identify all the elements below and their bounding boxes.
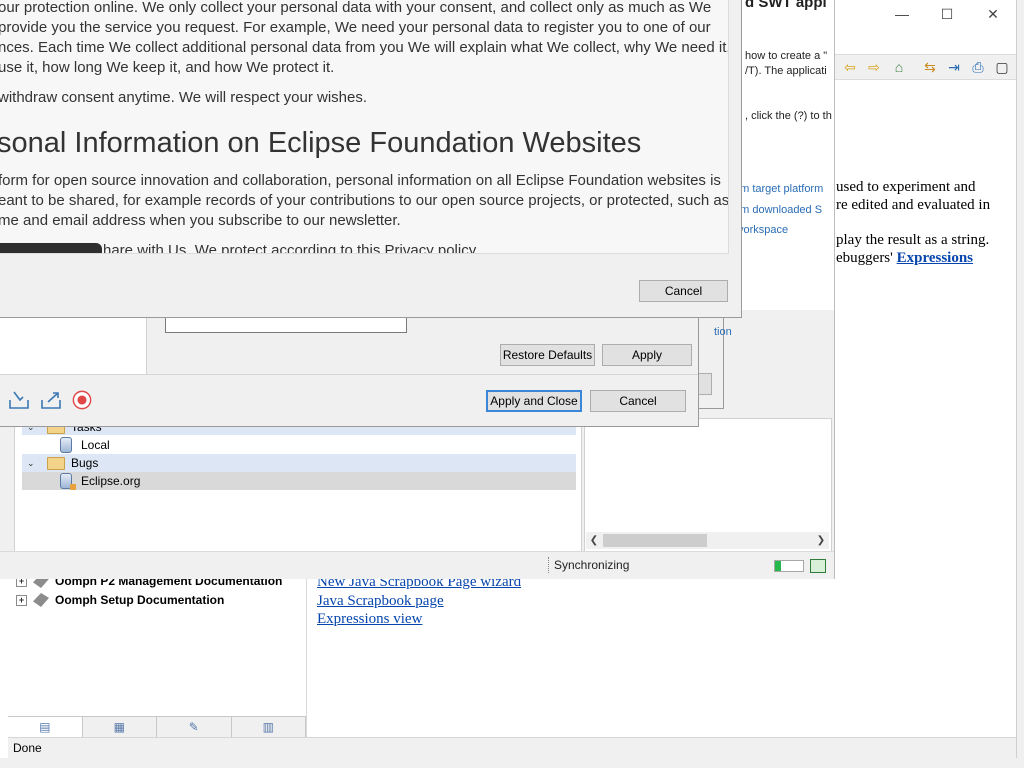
privacy-text: use it, how long We keep it, and how We … bbox=[0, 59, 335, 76]
tab-search[interactable]: ✎ bbox=[157, 717, 232, 737]
privacy-dialog: our protection online. We only collect y… bbox=[0, 0, 742, 318]
maximize-icon[interactable]: ☐ bbox=[937, 6, 957, 24]
task-repository-row[interactable]: Local bbox=[22, 436, 576, 454]
toc-item[interactable]: + Oomph Setup Documentation bbox=[16, 591, 224, 609]
sync-toc-icon[interactable]: ⇆ bbox=[922, 59, 938, 75]
back-icon[interactable]: ⇦ bbox=[842, 59, 858, 75]
status-separator bbox=[548, 557, 550, 573]
task-category-label: Bugs bbox=[71, 456, 99, 470]
repository-icon bbox=[60, 473, 76, 490]
privacy-text: provide you the service you request. For… bbox=[0, 19, 711, 36]
article-line: re edited and evaluated in bbox=[836, 197, 991, 213]
privacy-heading: sonal Information on Eclipse Foundation … bbox=[0, 127, 642, 159]
expand-icon[interactable]: + bbox=[16, 594, 27, 606]
home-icon[interactable]: ⌂ bbox=[891, 59, 907, 75]
privacy-text: hare with Us. We protect according to th… bbox=[103, 242, 480, 254]
task-repository-row[interactable]: Eclipse.org bbox=[22, 472, 576, 490]
repository-icon bbox=[60, 437, 72, 453]
apply-button[interactable]: Apply bbox=[602, 344, 692, 366]
welcome-text: /T). The applicati bbox=[745, 65, 827, 77]
task-category-row[interactable]: ⌄ Bugs bbox=[22, 454, 576, 472]
sync-label: Synchronizing bbox=[554, 558, 630, 572]
export-icon[interactable] bbox=[40, 390, 62, 410]
contents-icon: ▤ bbox=[39, 720, 51, 734]
welcome-title: d SWT appl bbox=[745, 0, 827, 11]
privacy-text: form for open source innovation and coll… bbox=[0, 172, 721, 189]
cancel-button[interactable]: Cancel bbox=[590, 390, 686, 412]
privacy-text: me and email address when you subscribe … bbox=[0, 212, 401, 229]
preferences-dialog: Restore Defaults Apply Apply and Close C… bbox=[0, 316, 699, 427]
tab-contents[interactable]: ▤ bbox=[8, 717, 83, 737]
minimize-icon[interactable]: — bbox=[892, 6, 912, 24]
import-icon[interactable] bbox=[8, 390, 30, 410]
article-line: play the result as a string. bbox=[836, 232, 990, 248]
welcome-text: how to create a " bbox=[745, 50, 828, 62]
eclipse-status-bar: Synchronizing bbox=[0, 551, 834, 579]
help-toc-panel: + Oomph P2 Management Documentation + Oo… bbox=[8, 570, 307, 737]
task-repositories-view: ⌄ Tasks Local ⌄ Bugs Eclipse.org bbox=[14, 418, 582, 553]
progress-view-icon[interactable] bbox=[810, 559, 826, 573]
link-java-scrapbook-page[interactable]: Java Scrapbook page bbox=[317, 593, 444, 610]
welcome-text: , click the (?) to th bbox=[745, 110, 832, 122]
scrollbar-thumb[interactable] bbox=[603, 534, 707, 547]
index-icon: ▦ bbox=[113, 720, 125, 734]
background-dialog-link[interactable]: tion bbox=[714, 326, 732, 338]
show-in-toc-icon[interactable]: ⇥ bbox=[946, 59, 962, 75]
restore-defaults-button[interactable]: Restore Defaults bbox=[500, 344, 595, 366]
bookmarks-icon: ▥ bbox=[262, 720, 274, 734]
folder-icon bbox=[47, 456, 65, 470]
welcome-link[interactable]: vorkspace bbox=[738, 224, 788, 236]
window-frame bbox=[0, 758, 1024, 768]
preferences-tree[interactable] bbox=[0, 316, 147, 374]
chevron-down-icon[interactable]: ⌄ bbox=[27, 458, 39, 469]
horizontal-scrollbar[interactable]: ❮ ❯ bbox=[586, 532, 829, 549]
tab-bookmarks[interactable]: ▥ bbox=[231, 717, 306, 737]
welcome-panel: d SWT appl how to create a " /T). The ap… bbox=[734, 0, 834, 310]
tab-index[interactable]: ▦ bbox=[82, 717, 157, 737]
progress-fill bbox=[775, 561, 781, 571]
help-article-text: used to experiment and re edited and eva… bbox=[836, 178, 1016, 284]
scroll-left-icon[interactable]: ❮ bbox=[586, 532, 602, 549]
welcome-link[interactable]: om downloaded S bbox=[734, 204, 822, 216]
toc-item-label: Oomph Setup Documentation bbox=[55, 593, 225, 607]
help-status-bar: Done bbox=[8, 737, 1016, 759]
help-toc-tabs: ▤ ▦ ✎ ▥ bbox=[8, 716, 306, 738]
print-icon[interactable]: ⎙ bbox=[970, 59, 986, 75]
status-text: Done bbox=[13, 741, 42, 755]
privacy-cancel-button[interactable]: Cancel bbox=[639, 280, 728, 302]
maximize-view-icon[interactable]: ▢ bbox=[994, 59, 1010, 75]
repository-label: Eclipse.org bbox=[81, 474, 141, 488]
preferences-text-field[interactable] bbox=[165, 316, 407, 333]
privacy-text: withdraw consent anytime. We will respec… bbox=[0, 89, 368, 106]
link-expressions[interactable]: Expressions bbox=[897, 250, 973, 266]
link-expressions-view[interactable]: Expressions view bbox=[317, 611, 422, 628]
help-scroll-edge bbox=[1016, 0, 1024, 768]
article-line: ebuggers' bbox=[836, 250, 893, 266]
privacy-text: our protection online. We only collect y… bbox=[0, 0, 712, 16]
help-toolbar: ⇦ ⇨ ⌂ ⇆ ⇥ ⎙ ▢ bbox=[834, 54, 1024, 80]
divider bbox=[0, 374, 698, 375]
repository-label: Local bbox=[81, 438, 110, 452]
article-line: used to experiment and bbox=[836, 179, 976, 195]
privacy-text: eant to be shared, for example records o… bbox=[0, 192, 729, 209]
forward-icon[interactable]: ⇨ bbox=[866, 59, 882, 75]
scroll-right-icon[interactable]: ❯ bbox=[813, 532, 829, 549]
privacy-text: nces. Each time We collect additional pe… bbox=[0, 39, 729, 56]
welcome-link[interactable]: om target platform bbox=[734, 183, 823, 195]
close-icon[interactable]: ✕ bbox=[983, 6, 1003, 24]
book-icon bbox=[33, 593, 49, 607]
apply-and-close-button[interactable]: Apply and Close bbox=[486, 390, 582, 412]
sync-progress-bar[interactable] bbox=[774, 560, 804, 572]
help-titlebar: — ☐ ✕ bbox=[834, 0, 1024, 31]
search-icon: ✎ bbox=[188, 720, 199, 734]
record-icon[interactable] bbox=[71, 390, 93, 410]
privacy-action-button[interactable] bbox=[0, 243, 102, 253]
privacy-content: our protection online. We only collect y… bbox=[0, 0, 729, 254]
